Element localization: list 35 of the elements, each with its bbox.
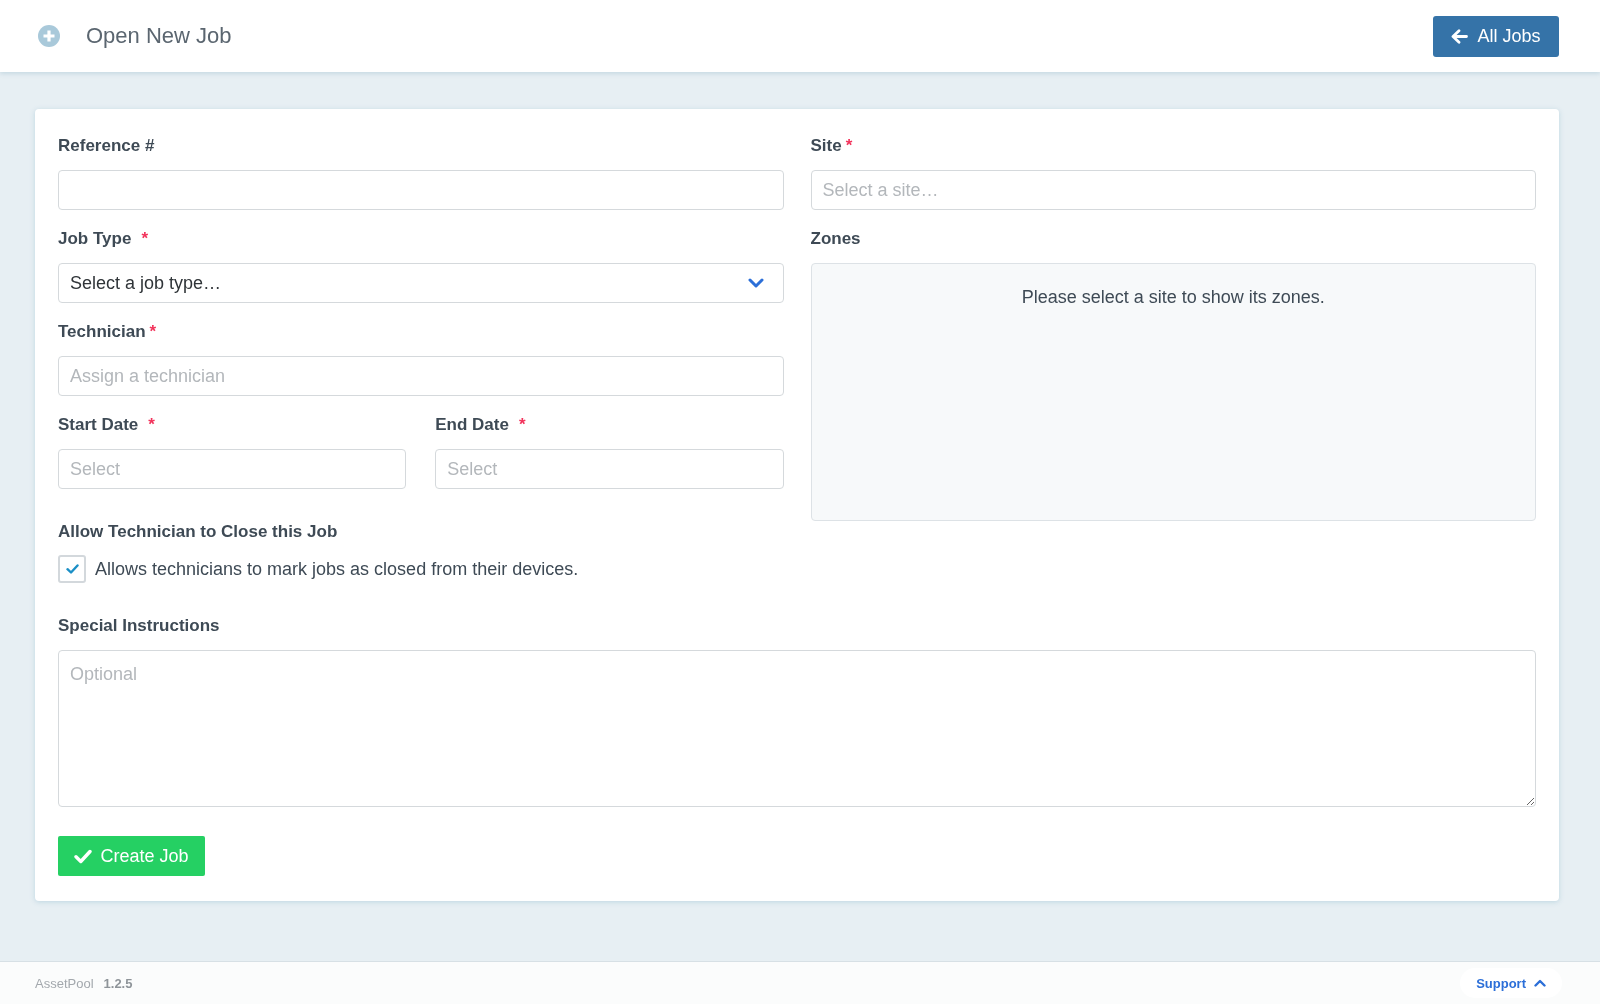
required-mark: * bbox=[141, 228, 148, 250]
support-button[interactable]: Support bbox=[1460, 968, 1562, 998]
required-mark: * bbox=[845, 135, 853, 157]
field-label: Site bbox=[810, 135, 842, 157]
all-jobs-button[interactable]: All Jobs bbox=[1433, 15, 1559, 57]
check-icon bbox=[74, 848, 93, 864]
version-number: 1.2.5 bbox=[103, 975, 133, 991]
date-field[interactable]: Select bbox=[435, 449, 784, 489]
app-name: AssetPool bbox=[35, 975, 94, 991]
field-label: Technician bbox=[58, 321, 146, 343]
required-mark: * bbox=[148, 414, 155, 436]
required-mark: * bbox=[149, 321, 157, 343]
zones-message: Please select a site to show its zones. bbox=[1021, 286, 1325, 309]
input-field[interactable]: Select a site… bbox=[810, 170, 1536, 210]
date-field[interactable]: Select bbox=[58, 449, 407, 489]
required-mark: * bbox=[518, 414, 526, 436]
chevron-down-icon bbox=[747, 278, 764, 288]
instructions-field[interactable]: Optional bbox=[58, 650, 1536, 807]
field-label: Start Date bbox=[58, 414, 139, 436]
check-icon bbox=[65, 564, 79, 574]
arrow-left-icon bbox=[1451, 28, 1469, 44]
checkbox[interactable] bbox=[58, 555, 86, 583]
field-label: Special Instructions bbox=[58, 615, 220, 637]
section-label: Allow Technician to Close this Job bbox=[58, 521, 338, 543]
input-field[interactable]: Assign a technician bbox=[58, 356, 784, 396]
field-label: Zones bbox=[810, 228, 861, 250]
checkbox-label: Allows technicians to mark jobs as closed from their devices. bbox=[95, 558, 579, 581]
chevron-up-icon bbox=[1534, 979, 1546, 987]
plus-circle-icon bbox=[38, 25, 60, 47]
field-label: Reference # bbox=[58, 135, 155, 157]
page-title: Open New Job bbox=[86, 22, 232, 50]
input-field[interactable] bbox=[58, 170, 784, 210]
field-label: End Date bbox=[435, 414, 509, 436]
select-field[interactable]: Select a job type… bbox=[58, 263, 784, 303]
field-label: Job Type bbox=[58, 228, 132, 250]
